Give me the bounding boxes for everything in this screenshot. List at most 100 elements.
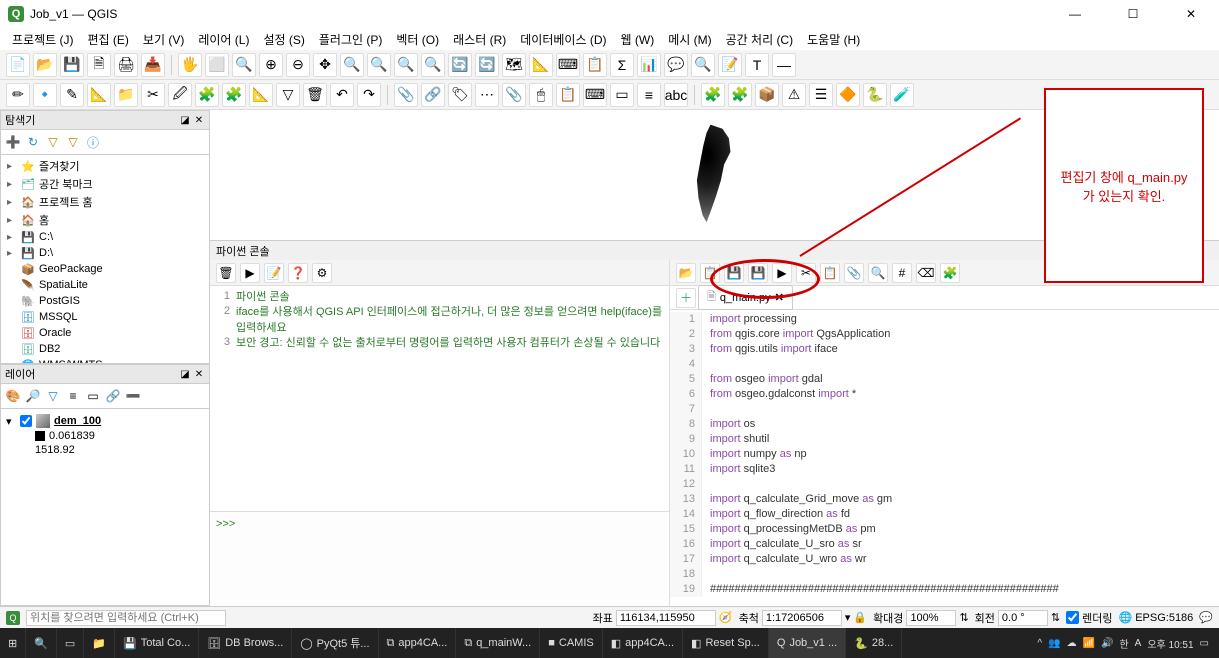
locator-input[interactable] (26, 610, 226, 626)
toolbar-button[interactable]: ⌨ (556, 53, 580, 77)
browser-item[interactable]: ▸💾C:\ (3, 229, 207, 245)
minimize-button[interactable]: — (1055, 0, 1095, 28)
toolbar-button[interactable]: 📐 (529, 53, 553, 77)
menu-item[interactable]: 레이어 (L) (192, 29, 255, 50)
toolbar-button[interactable]: 🧩 (222, 83, 246, 107)
menu-item[interactable]: 플러그인 (P) (313, 29, 389, 50)
toolbar-button[interactable]: ⬜ (205, 53, 229, 77)
toolbar-button[interactable]: 🔍 (394, 53, 418, 77)
toolbar-button[interactable]: ⚠ (782, 83, 806, 107)
taskbar-item[interactable]: ■CAMIS (540, 628, 603, 658)
tray-chevron-icon[interactable]: ^ (1037, 638, 1042, 649)
panel-undock-icon[interactable]: ◪ (179, 368, 191, 380)
toolbar-button[interactable]: 📄 (6, 53, 30, 77)
expand-icon[interactable]: ▸ (7, 179, 17, 190)
tool-button[interactable]: ⌫ (916, 263, 936, 283)
menu-item[interactable]: 데이터베이스 (D) (514, 29, 612, 50)
toolbar-button[interactable]: 🔍 (691, 53, 715, 77)
refresh-icon[interactable]: ↻ (25, 134, 41, 150)
browser-item[interactable]: ▸🏠홈 (3, 211, 207, 229)
toolbar-button[interactable]: 📎 (394, 83, 418, 107)
toolbar-button[interactable]: T (745, 53, 769, 77)
toolbar-button[interactable]: 🖱 (529, 83, 553, 107)
toolbar-button[interactable]: 🔄 (448, 53, 472, 77)
code-editor[interactable]: 1import processing2from qgis.core import… (670, 310, 1219, 606)
spinner-icon[interactable]: ⇅ (959, 611, 968, 624)
toolbar-button[interactable]: 🏷 (448, 83, 472, 107)
menu-item[interactable]: 보기 (V) (137, 29, 190, 50)
toolbar-button[interactable]: abc (664, 83, 688, 107)
tool-button[interactable]: ❓ (288, 263, 308, 283)
toolbar-button[interactable]: 📐 (87, 83, 111, 107)
toolbar-button[interactable]: 📝 (718, 53, 742, 77)
toolbar-button[interactable]: ⌨ (583, 83, 607, 107)
layer-item[interactable]: ▾ dem_100 (5, 413, 205, 429)
close-button[interactable]: ✕ (1171, 0, 1211, 28)
taskbar-item[interactable]: 🗄DB Brows... (199, 628, 292, 658)
panel-close-icon[interactable]: ✕ (193, 368, 205, 380)
add-source-icon[interactable]: ➕ (5, 134, 21, 150)
toolbar-button[interactable]: 🖨 (114, 53, 138, 77)
toolbar-button[interactable]: ▭ (610, 83, 634, 107)
browser-item[interactable]: ▸⭐즐겨찾기 (3, 157, 207, 175)
toolbar-button[interactable]: ✎ (60, 83, 84, 107)
toolbar-button[interactable]: 🔄 (475, 53, 499, 77)
menu-item[interactable]: 도움말 (H) (801, 29, 866, 50)
expand-icon[interactable]: ▸ (7, 248, 17, 259)
taskbar-item[interactable]: ⧉q_mainW... (456, 628, 540, 658)
filter-icon[interactable]: ▽ (45, 134, 61, 150)
expand-icon[interactable]: ≡ (65, 388, 81, 404)
toolbar-button[interactable]: 📂 (33, 53, 57, 77)
layer-visibility-checkbox[interactable] (20, 415, 32, 427)
browser-item[interactable]: 🪶SpatiaLite (3, 277, 207, 293)
browser-item[interactable]: 🗄DB2 (3, 341, 207, 357)
tool-button[interactable]: 🧩 (940, 263, 960, 283)
crs-icon[interactable]: 🌐 (1119, 611, 1133, 624)
toolbar-button[interactable]: 🧩 (195, 83, 219, 107)
toolbar-button[interactable]: 💾 (60, 53, 84, 77)
tool-button[interactable]: ⚙ (312, 263, 332, 283)
messages-icon[interactable]: 💬 (1199, 611, 1213, 624)
toolbar-button[interactable]: 🧩 (728, 83, 752, 107)
toolbar-button[interactable]: 🗎 (87, 53, 111, 77)
tab-close-icon[interactable]: ✕ (775, 291, 784, 304)
browser-item[interactable]: 🌐WMS/WMTS (3, 357, 207, 364)
tool-button[interactable]: 📎 (844, 263, 864, 283)
tray-people-icon[interactable]: 👥 (1048, 638, 1060, 649)
toolbar-button[interactable]: 🐍 (863, 83, 887, 107)
taskbar-item[interactable]: QJob_v1 ... (769, 628, 846, 658)
expand-icon[interactable]: ▸ (7, 215, 17, 226)
toolbar-button[interactable]: ≡ (637, 83, 661, 107)
tray-cloud-icon[interactable]: ☁ (1067, 638, 1077, 649)
toolbar-button[interactable]: 📊 (637, 53, 661, 77)
tool-button[interactable]: 📂 (676, 263, 696, 283)
toolbar-button[interactable]: ⊕ (259, 53, 283, 77)
console-input[interactable]: >>> (210, 511, 669, 606)
magnifier-field[interactable] (906, 610, 956, 626)
toolbar-button[interactable]: 🔍 (232, 53, 256, 77)
browser-item[interactable]: 🐘PostGIS (3, 293, 207, 309)
tray-notification-icon[interactable]: ▭ (1200, 638, 1209, 649)
menu-item[interactable]: 편집 (E) (82, 29, 135, 50)
menu-item[interactable]: 웹 (W) (615, 29, 661, 50)
menu-item[interactable]: 프로젝트 (J) (6, 29, 80, 50)
tool-button[interactable]: 📋 (700, 263, 720, 283)
browser-item[interactable]: 🗄Oracle (3, 325, 207, 341)
editor-tab[interactable]: 🗎 q_main.py ✕ (698, 285, 793, 310)
add-tab-button[interactable]: ＋ (676, 288, 696, 308)
tray-volume-icon[interactable]: 🔊 (1101, 638, 1113, 649)
toolbar-button[interactable]: ☰ (809, 83, 833, 107)
remove-icon[interactable]: ➖ (125, 388, 141, 404)
tool-button[interactable]: 💾 (748, 263, 768, 283)
toolbar-button[interactable]: ⋯ (475, 83, 499, 107)
tray-time[interactable]: 오후 10:51 (1147, 636, 1193, 651)
toolbar-button[interactable]: 🔗 (421, 83, 445, 107)
filter-icon[interactable]: 🔎 (25, 388, 41, 404)
dropdown-icon[interactable]: ▾ (845, 611, 851, 624)
panel-undock-icon[interactable]: ◪ (179, 114, 191, 126)
toolbar-button[interactable]: 🔶 (836, 83, 860, 107)
browser-item[interactable]: 📦GeoPackage (3, 261, 207, 277)
expand-icon[interactable]: ▸ (7, 232, 17, 243)
menu-item[interactable]: 메시 (M) (662, 29, 717, 50)
toolbar-button[interactable]: 📋 (583, 53, 607, 77)
